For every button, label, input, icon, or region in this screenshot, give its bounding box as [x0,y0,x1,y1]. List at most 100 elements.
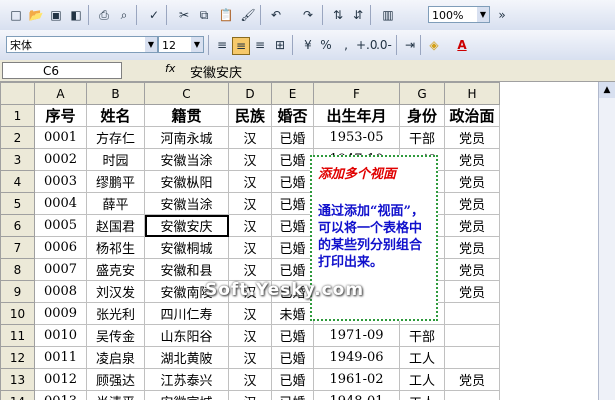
formula-value[interactable]: 安徽安庆 [190,62,242,81]
table-cell[interactable]: 缪鹏平 [86,170,145,193]
column-header[interactable]: F [313,82,400,105]
table-cell[interactable]: 汉 [228,390,272,400]
row-header[interactable]: 13 [0,368,35,391]
row-header[interactable]: 7 [0,236,35,259]
name-box[interactable]: C6 [2,62,122,79]
table-cell[interactable]: 时园 [86,148,145,171]
table-cell[interactable]: 已婚 [271,368,314,391]
chevron-down-icon[interactable]: ▼ [191,37,203,52]
header-cell[interactable]: 序号 [34,104,87,127]
cut-icon[interactable]: ✂ [176,7,192,23]
table-cell[interactable]: 0002 [34,148,87,171]
currency-icon[interactable]: ¥ [300,37,316,53]
print-icon[interactable]: ⎙ [96,7,112,23]
table-cell[interactable]: 0007 [34,258,87,281]
table-cell[interactable]: 0009 [34,302,87,325]
header-cell[interactable]: 籍贯 [144,104,229,127]
print-preview-icon[interactable]: ⌕ [116,7,132,23]
table-cell[interactable]: 方存仁 [86,126,145,149]
row-header[interactable]: 11 [0,324,35,347]
fill-color-icon[interactable]: ◈ [426,37,442,53]
copy-icon[interactable]: ⧉ [196,7,212,23]
table-cell[interactable]: 0011 [34,346,87,369]
chevron-down-icon[interactable]: ▼ [145,37,157,52]
table-cell[interactable]: 安徽宣城 [144,390,229,400]
decrease-decimal-icon[interactable]: .0- [376,37,392,53]
zoom-select[interactable]: 100% ▼ [428,6,490,23]
table-cell[interactable]: 已婚 [271,258,314,281]
table-cell[interactable]: 党员 [444,368,500,391]
merge-center-icon[interactable]: ⊞ [272,37,288,53]
table-cell[interactable]: 1971-09 [313,324,400,347]
table-cell[interactable]: 0003 [34,170,87,193]
table-cell[interactable]: 河南永城 [144,126,229,149]
table-cell[interactable]: 安徽和县 [144,258,229,281]
column-header[interactable]: D [228,82,272,105]
table-cell[interactable]: 赵国君 [86,214,145,237]
table-cell[interactable]: 已婚 [271,170,314,193]
table-cell[interactable]: 刘汉发 [86,280,145,303]
header-cell[interactable]: 姓名 [86,104,145,127]
table-cell[interactable]: 党员 [444,236,500,259]
table-cell[interactable]: 汉 [228,368,272,391]
table-cell[interactable]: 汉 [228,324,272,347]
table-cell[interactable]: 已婚 [271,126,314,149]
table-cell[interactable]: 汉 [228,236,272,259]
chevron-down-icon[interactable]: ▼ [477,7,489,22]
row-header[interactable]: 10 [0,302,35,325]
table-cell[interactable]: 1949-06 [313,346,400,369]
sort-ascending-icon[interactable]: ⇅ [330,7,346,23]
table-cell[interactable]: 干部 [399,126,445,149]
open-folder-icon[interactable]: 📂 [28,7,44,23]
table-cell[interactable] [444,324,500,347]
header-cell[interactable]: 身份 [399,104,445,127]
row-header[interactable]: 6 [0,214,35,237]
undo-icon[interactable]: ↶ [268,7,284,23]
table-cell[interactable]: 江苏泰兴 [144,368,229,391]
comma-style-icon[interactable]: , [338,37,354,53]
table-cell[interactable]: 汉 [228,148,272,171]
row-header[interactable]: 3 [0,148,35,171]
row-header[interactable]: 2 [0,126,35,149]
table-cell[interactable]: 0006 [34,236,87,259]
new-file-icon[interactable]: □ [8,7,24,23]
table-cell[interactable]: 0005 [34,214,87,237]
save-icon[interactable]: ▣ [48,7,64,23]
table-cell[interactable]: 0010 [34,324,87,347]
header-cell[interactable]: 政治面 [444,104,500,127]
row-header[interactable]: 12 [0,346,35,369]
table-cell[interactable]: 党员 [444,170,500,193]
table-cell[interactable]: 汉 [228,302,272,325]
chart-wizard-icon[interactable]: ▥ [380,7,396,23]
table-cell[interactable]: 汉 [228,126,272,149]
font-select[interactable]: 宋体 ▼ [6,36,158,53]
header-cell[interactable]: 婚否 [271,104,314,127]
table-cell[interactable]: 已婚 [271,346,314,369]
permission-icon[interactable]: ◧ [68,7,84,23]
table-cell[interactable]: 党员 [444,280,500,303]
table-cell[interactable]: 肖清平 [86,390,145,400]
row-header[interactable]: 1 [0,104,35,127]
table-cell[interactable]: 党员 [444,192,500,215]
table-cell[interactable]: 0013 [34,390,87,400]
table-cell[interactable]: 汉 [228,192,272,215]
table-cell[interactable]: 1953-05 [313,126,400,149]
toolbar-options-icon[interactable]: » [494,7,510,23]
font-color-icon[interactable]: A [454,37,470,53]
table-cell[interactable]: 已婚 [271,148,314,171]
vertical-scrollbar[interactable]: ▲ [598,82,615,400]
spelling-icon[interactable]: ✓ [146,7,162,23]
scroll-up-icon[interactable]: ▲ [599,82,615,98]
table-cell[interactable]: 张光利 [86,302,145,325]
row-header[interactable]: 5 [0,192,35,215]
align-center-icon[interactable]: ≡ [232,37,250,55]
table-cell[interactable]: 党员 [444,214,500,237]
table-cell[interactable]: 安徽枞阳 [144,170,229,193]
row-header[interactable]: 9 [0,280,35,303]
percent-icon[interactable]: % [318,37,334,53]
table-cell[interactable]: 安徽当涂 [144,192,229,215]
table-cell[interactable]: 0004 [34,192,87,215]
table-cell[interactable] [444,390,500,400]
column-header[interactable]: B [86,82,145,105]
table-cell[interactable]: 党员 [444,148,500,171]
